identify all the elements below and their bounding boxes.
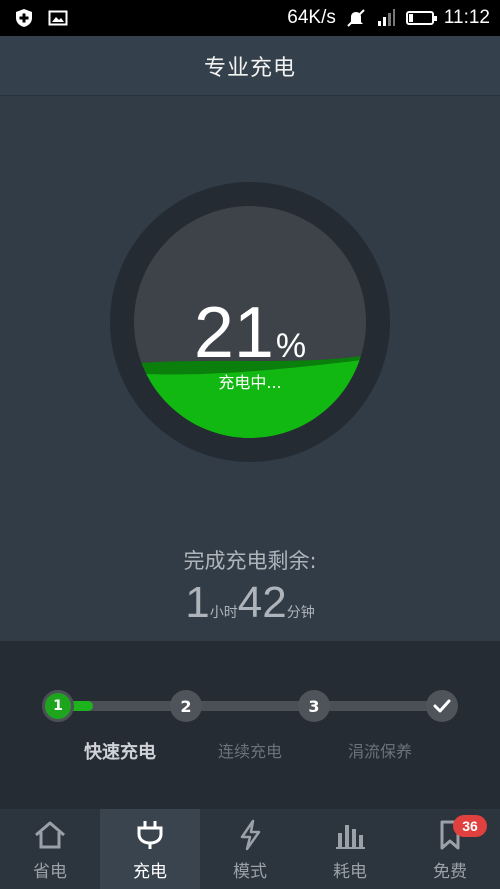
nav-label: 模式 bbox=[233, 862, 267, 882]
home-icon bbox=[35, 821, 65, 849]
remaining-hours: 1 bbox=[185, 578, 210, 627]
clock: 11:12 bbox=[443, 7, 490, 28]
stage-node-3: 3 bbox=[298, 690, 330, 722]
stage-node-1-label: 1 bbox=[53, 698, 63, 714]
image-icon bbox=[48, 10, 68, 26]
page-title: 专业充电 bbox=[203, 55, 296, 81]
nav-label: 免费 bbox=[433, 862, 467, 882]
nav-label: 充电 bbox=[133, 862, 167, 882]
percent-sign: % bbox=[275, 327, 307, 365]
status-bar: 64K/s 11:12 bbox=[0, 0, 500, 36]
remaining-minutes: 42 bbox=[237, 578, 287, 627]
bar-chart-icon bbox=[336, 825, 365, 849]
nav-label: 省电 bbox=[33, 862, 67, 882]
minutes-unit: 分钟 bbox=[286, 604, 315, 620]
nav-item-charge[interactable]: 充电 bbox=[100, 809, 200, 889]
plug-icon bbox=[137, 821, 163, 849]
lightning-icon bbox=[240, 819, 261, 851]
header: 专业充电 bbox=[0, 36, 500, 96]
check-icon bbox=[433, 699, 451, 713]
network-speed: 64K/s bbox=[287, 7, 336, 28]
stage-label-trickle: 涓流保养 bbox=[347, 742, 412, 761]
shield-plus-icon bbox=[16, 9, 32, 27]
nav-item-save-power[interactable]: 省电 bbox=[0, 809, 100, 889]
charging-stages: 1 2 3 快速充电 连续充电 涓流保养 bbox=[0, 641, 500, 809]
battery-icon bbox=[405, 11, 437, 25]
charging-status: 充电中... bbox=[218, 373, 282, 392]
stage-progress-track bbox=[58, 701, 442, 711]
stage-node-2: 2 bbox=[170, 690, 202, 722]
stage-node-3-label: 3 bbox=[308, 696, 320, 716]
signal-icon bbox=[377, 9, 395, 26]
stage-node-1: 1 bbox=[42, 690, 74, 722]
stage-node-complete bbox=[426, 690, 458, 722]
nav-item-consumption[interactable]: 耗电 bbox=[300, 809, 400, 889]
remaining-time: 1小时42分钟 bbox=[0, 578, 500, 628]
stage-label-fast: 快速充电 bbox=[84, 742, 156, 763]
bottom-nav: 省电 充电 模式 耗电 免费 36 bbox=[0, 809, 500, 889]
remaining-label: 完成充电剩余: bbox=[183, 549, 317, 573]
stage-node-2-label: 2 bbox=[180, 696, 192, 716]
stage-label-continuous: 连续充电 bbox=[217, 742, 282, 761]
nav-label: 耗电 bbox=[333, 862, 367, 882]
percent-value: 21 bbox=[193, 293, 274, 373]
nav-item-mode[interactable]: 模式 bbox=[200, 809, 300, 889]
charge-percentage: 21% bbox=[0, 292, 500, 374]
notification-badge: 36 bbox=[453, 815, 487, 837]
hours-unit: 小时 bbox=[209, 604, 238, 620]
mute-icon bbox=[347, 9, 365, 27]
nav-item-free[interactable]: 免费 36 bbox=[400, 809, 500, 889]
